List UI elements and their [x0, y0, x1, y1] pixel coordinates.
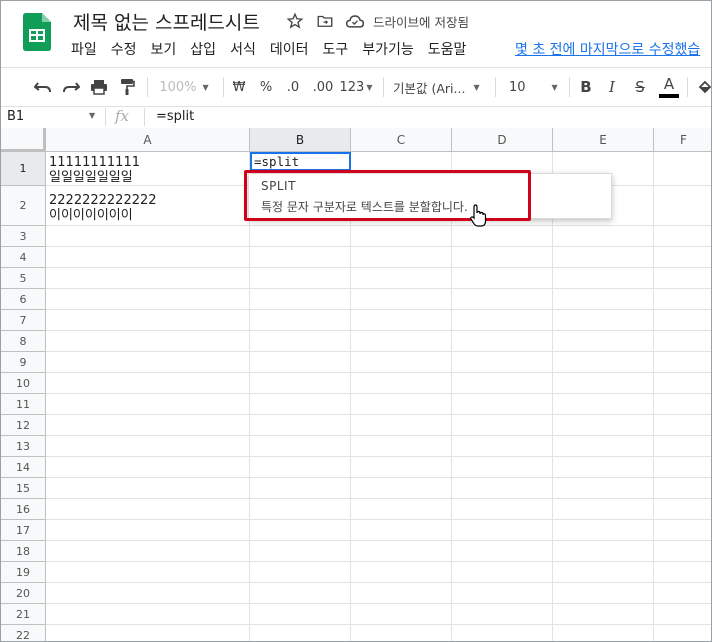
font-family-label: 기본값 (Ari... [393, 80, 466, 96]
currency-label: ₩ [232, 79, 246, 95]
row-header-16[interactable]: 16 [1, 499, 46, 520]
redo-icon[interactable] [59, 68, 83, 106]
menu-help[interactable]: 도움말 [428, 39, 467, 59]
last-edit-link[interactable]: 몇 초 전에 마지막으로 수정했습 [515, 39, 700, 59]
number-format-select[interactable]: 123 ▼ [339, 68, 373, 106]
row-header-1[interactable]: 1 [1, 152, 46, 186]
increase-decimal-label: .00 [312, 79, 334, 95]
italic-label: I [609, 78, 615, 96]
column-header-d[interactable]: D [452, 128, 553, 152]
print-icon[interactable] [87, 68, 111, 106]
row-header-17[interactable]: 17 [1, 520, 46, 541]
menu-view[interactable]: 보기 [151, 39, 177, 59]
zoom-value: 100% [159, 79, 197, 95]
row-header-6[interactable]: 6 [1, 289, 46, 310]
bold-label: B [580, 78, 592, 96]
chevron-down-icon: ▼ [551, 82, 558, 92]
menu-bar: 파일 수정 보기 삽입 서식 데이터 도구 부가기능 도움말 [71, 39, 480, 59]
cell-a2-line2[interactable]: 이이이이이이이 [49, 208, 133, 223]
star-icon[interactable] [285, 11, 305, 31]
cell-a1-line1[interactable]: 11111111111 [49, 155, 140, 170]
menu-format[interactable]: 서식 [230, 39, 256, 59]
decrease-decimal-label: .0 [286, 79, 300, 95]
row-header-18[interactable]: 18 [1, 541, 46, 562]
row-header-2[interactable]: 2 [1, 186, 46, 226]
fx-icon: fx [115, 107, 130, 125]
chevron-down-icon: ▼ [473, 82, 480, 92]
row-header-4[interactable]: 4 [1, 247, 46, 268]
row-header-10[interactable]: 10 [1, 373, 46, 394]
row-header-3[interactable]: 3 [1, 226, 46, 247]
italic-button[interactable]: I [601, 68, 623, 106]
number-format-label: 123 [339, 79, 365, 95]
row-header-11[interactable]: 11 [1, 394, 46, 415]
menu-data[interactable]: 데이터 [270, 39, 309, 59]
column-header-f[interactable]: F [654, 128, 711, 152]
row-header-7[interactable]: 7 [1, 310, 46, 331]
row-header-20[interactable]: 20 [1, 583, 46, 604]
row-header-22[interactable]: 22 [1, 625, 46, 641]
name-box[interactable]: B1 [7, 109, 99, 124]
row-header-9[interactable]: 9 [1, 352, 46, 373]
row-header-5[interactable]: 5 [1, 268, 46, 289]
row-header-8[interactable]: 8 [1, 331, 46, 352]
strikethrough-label: S [635, 78, 645, 96]
formula-input[interactable]: =split [156, 109, 194, 124]
bold-button[interactable]: B [575, 68, 597, 106]
chevron-down-icon: ▼ [366, 82, 373, 92]
formula-bar: B1 ▼ fx =split [1, 106, 711, 129]
move-folder-icon[interactable] [315, 11, 335, 31]
chevron-down-icon: ▼ [202, 82, 209, 92]
cloud-saved-icon[interactable] [345, 11, 365, 31]
fill-color-icon[interactable] [695, 68, 711, 106]
highlight-annotation-box [244, 170, 531, 221]
toolbar: 100% ▼ ₩ % .0 .00 123 ▼ 기본값 (Ari... ▼ 10 ▼ B… [1, 67, 711, 107]
currency-format-button[interactable]: ₩ [229, 68, 249, 106]
font-size-select[interactable]: 10 ▼ [501, 68, 563, 106]
row-header-19[interactable]: 19 [1, 562, 46, 583]
zoom-select[interactable]: 100% ▼ [153, 68, 215, 106]
column-header-a[interactable]: A [46, 128, 250, 152]
strikethrough-button[interactable]: S [629, 68, 651, 106]
column-header-e[interactable]: E [553, 128, 654, 152]
column-header-b[interactable]: B [250, 128, 351, 152]
menu-addons[interactable]: 부가기능 [362, 39, 414, 59]
cell-a2-line1[interactable]: 2222222222222 [49, 193, 157, 208]
font-size-label: 10 [509, 79, 526, 95]
increase-decimal-button[interactable]: .00 [309, 68, 337, 106]
row-header-13[interactable]: 13 [1, 436, 46, 457]
text-color-button[interactable]: A [657, 68, 681, 106]
app-header: 제목 없는 스프레드시트 드라이브에 저장됨 파일 수정 보기 삽입 서식 데이… [1, 1, 711, 65]
paint-format-icon[interactable] [115, 68, 139, 106]
percent-format-button[interactable]: % [255, 68, 277, 106]
text-color-swatch [659, 93, 679, 98]
select-all-corner[interactable] [1, 128, 46, 152]
row-header-12[interactable]: 12 [1, 415, 46, 436]
document-title[interactable]: 제목 없는 스프레드시트 [73, 8, 260, 35]
menu-insert[interactable]: 삽입 [190, 39, 216, 59]
decrease-decimal-button[interactable]: .0 [281, 68, 305, 106]
row-header-21[interactable]: 21 [1, 604, 46, 625]
menu-edit[interactable]: 수정 [111, 39, 137, 59]
row-header-14[interactable]: 14 [1, 457, 46, 478]
text-color-label: A [663, 74, 675, 93]
sheets-logo-icon[interactable] [23, 13, 51, 51]
column-header-c[interactable]: C [351, 128, 452, 152]
app-window: 제목 없는 스프레드시트 드라이브에 저장됨 파일 수정 보기 삽입 서식 데이… [0, 0, 712, 642]
percent-label: % [259, 79, 273, 95]
menu-file[interactable]: 파일 [71, 39, 97, 59]
cell-a1-line2[interactable]: 일일일일일일일 [49, 170, 133, 185]
cell-b1-editor[interactable]: =split [250, 152, 351, 171]
menu-tools[interactable]: 도구 [322, 39, 348, 59]
undo-icon[interactable] [31, 68, 55, 106]
drive-save-status: 드라이브에 저장됨 [373, 14, 469, 30]
font-family-select[interactable]: 기본값 (Ari... ▼ [393, 68, 489, 106]
row-header-15[interactable]: 15 [1, 478, 46, 499]
hand-pointer-cursor-icon [470, 204, 487, 227]
chevron-down-icon[interactable]: ▼ [89, 111, 95, 120]
